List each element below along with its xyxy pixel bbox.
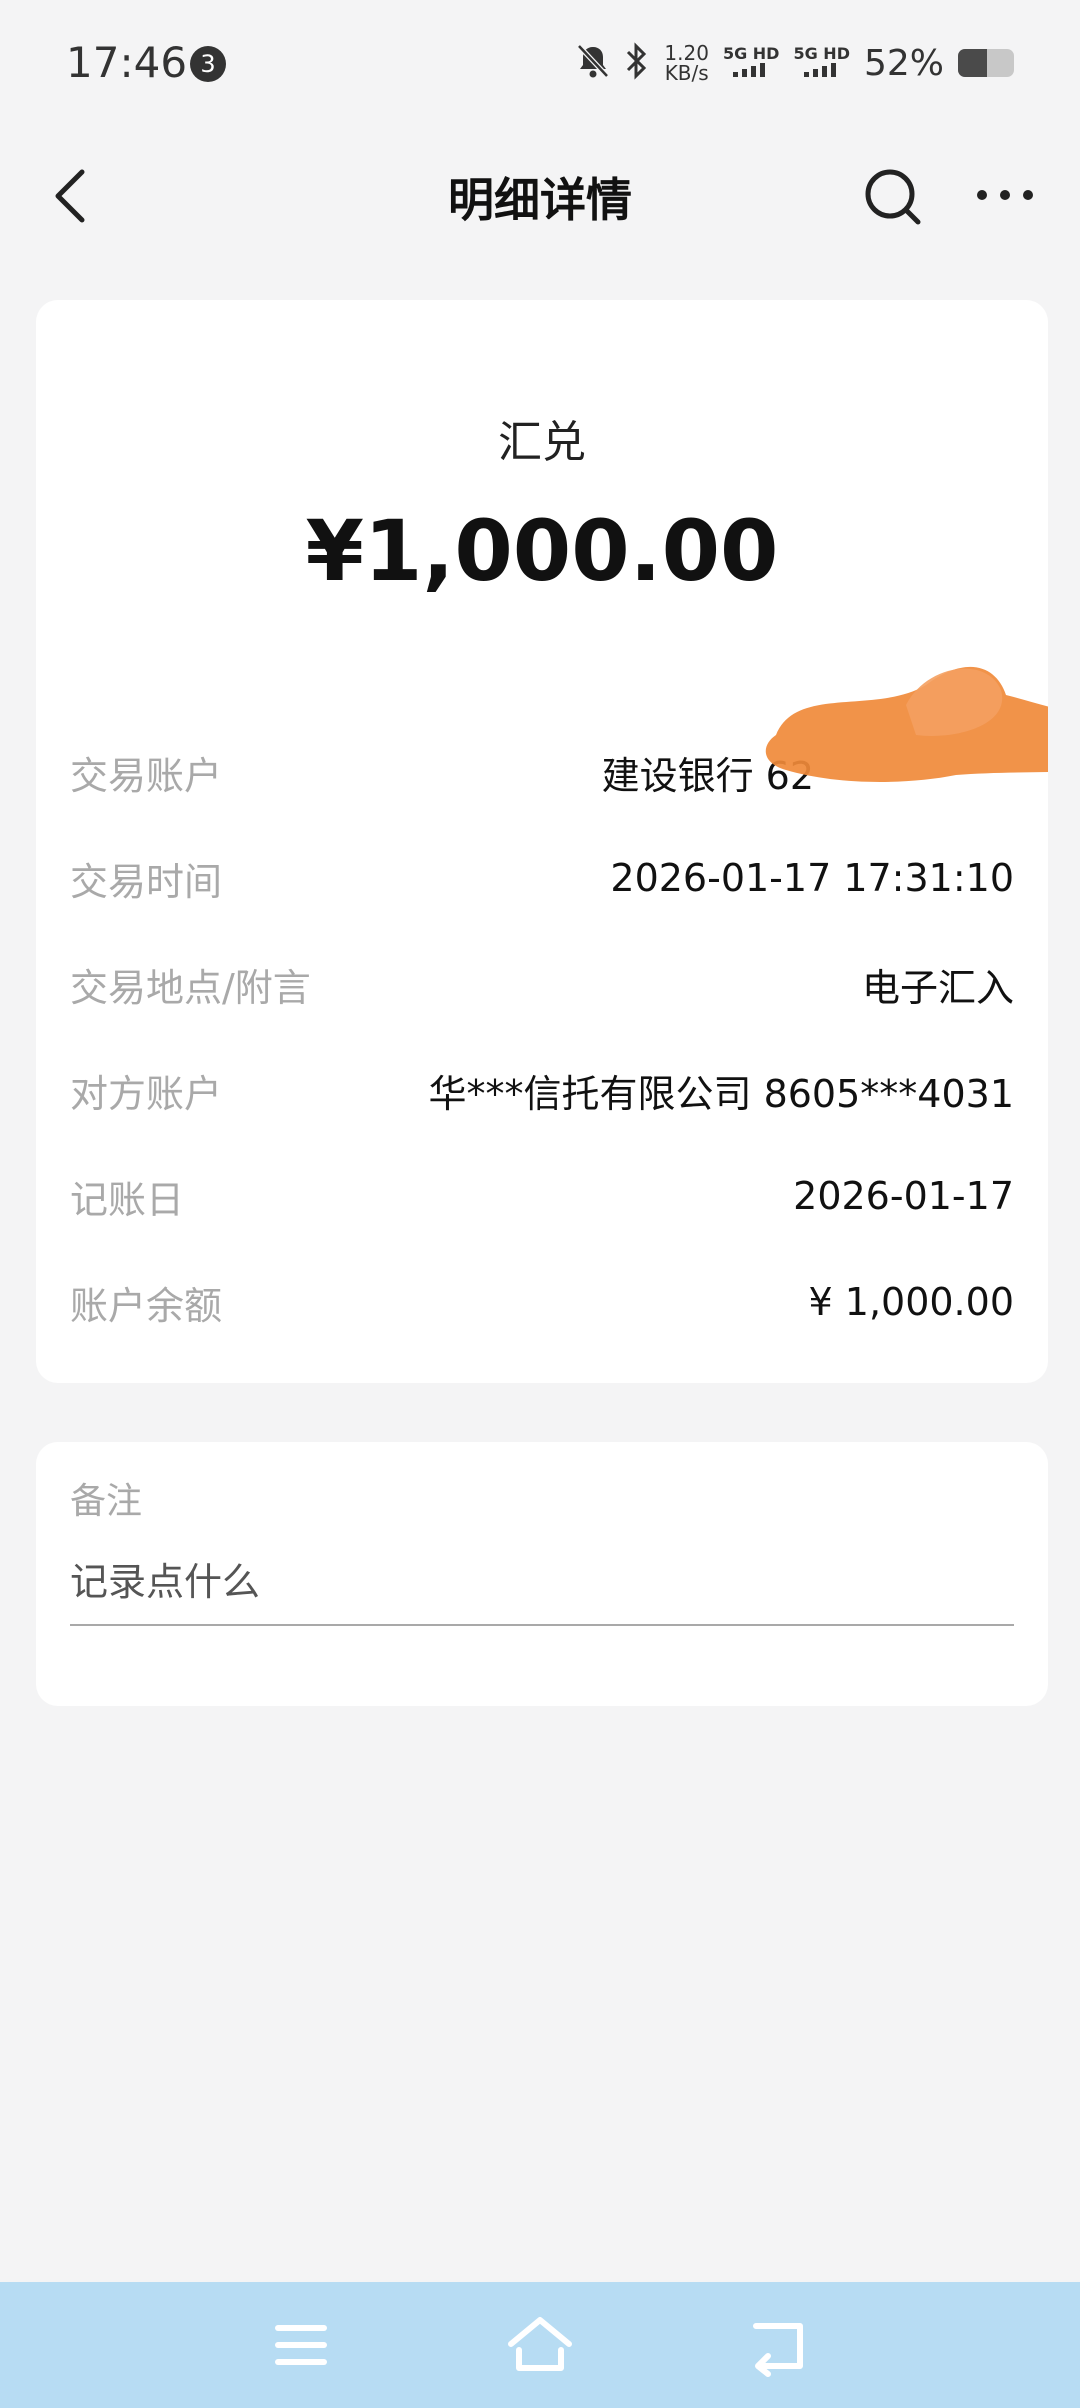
header: 明细详情 <box>0 150 1080 240</box>
redaction-scribble <box>765 667 1048 782</box>
row-label: 对方账户 <box>70 1071 223 1116</box>
row-label: 交易时间 <box>70 859 223 904</box>
row-transaction-time: 交易时间 2026-01-17 17:31:10 <box>70 848 1014 908</box>
signal1-label: 5G HD <box>722 44 780 63</box>
notification-badge: 3 <box>190 46 226 82</box>
note-input[interactable] <box>70 1550 1014 1626</box>
search-button[interactable] <box>860 160 926 230</box>
row-value: 2026-01-17 17:31:10 <box>610 856 1014 900</box>
net-speed-unit: KB/s <box>664 61 709 85</box>
battery-percent: 52% <box>863 42 944 84</box>
status-time: 17:46 <box>66 38 188 87</box>
battery-level <box>958 49 988 77</box>
bluetooth-icon <box>624 42 650 84</box>
signal-icon: 5G HD <box>793 45 850 81</box>
row-counterparty-account: 对方账户 华***信托有限公司 8605***4031 <box>70 1060 1014 1120</box>
mute-icon <box>576 43 610 83</box>
net-speed: 1.20 KB/s <box>664 43 709 83</box>
note-label: 备注 <box>70 1481 143 1522</box>
row-label: 记账日 <box>70 1177 185 1222</box>
transaction-card: 汇兑 ¥1,000.00 交易账户 建设银行 62 交易时间 2026-01-1… <box>36 300 1048 1383</box>
status-bar: 17:46 3 1.20 KB/s 5G HD 5G HD 52% <box>0 0 1080 130</box>
home-icon <box>508 2317 572 2371</box>
back-nav-button[interactable] <box>744 2312 814 2378</box>
row-value: 2026-01-17 <box>793 1174 1014 1218</box>
battery-icon <box>958 49 1014 77</box>
row-value: 华***信托有限公司 8605***4031 <box>428 1071 1015 1116</box>
menu-button[interactable] <box>266 2312 336 2378</box>
more-icon <box>977 190 1033 200</box>
transaction-amount: ¥1,000.00 <box>305 502 779 600</box>
net-speed-value: 1.20 <box>664 41 709 65</box>
row-label: 账户余额 <box>70 1283 223 1328</box>
row-account-balance: 账户余额 ¥ 1,000.00 <box>70 1272 1014 1332</box>
signal2-label: 5G HD <box>793 44 850 63</box>
system-nav-bar <box>0 2282 1080 2408</box>
more-button[interactable] <box>970 160 1040 230</box>
row-label: 交易地点/附言 <box>70 965 311 1010</box>
row-transaction-location: 交易地点/附言 电子汇入 <box>70 954 1014 1014</box>
search-icon <box>865 169 921 225</box>
transaction-type: 汇兑 <box>498 417 586 468</box>
status-indicators: 1.20 KB/s 5G HD 5G HD 52% <box>576 38 1014 88</box>
row-value: ¥ 1,000.00 <box>808 1280 1014 1324</box>
row-label: 交易账户 <box>70 753 223 798</box>
back-nav-icon <box>753 2323 803 2377</box>
home-button[interactable] <box>505 2312 575 2378</box>
note-card: 备注 <box>36 1442 1048 1706</box>
signal-icon: 5G HD <box>722 44 780 81</box>
menu-icon <box>275 2325 327 2365</box>
row-posting-date: 记账日 2026-01-17 <box>70 1166 1014 1226</box>
row-value: 电子汇入 <box>861 965 1014 1010</box>
